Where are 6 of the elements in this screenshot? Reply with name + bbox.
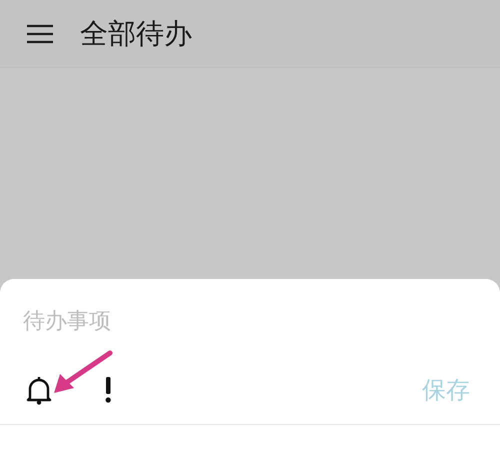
page-title: 全部待办 [80, 16, 192, 52]
bell-icon[interactable] [26, 375, 52, 405]
todo-input-field[interactable]: 待办事项 [23, 309, 323, 334]
annotation-arrow [52, 350, 114, 396]
exclamation-icon[interactable] [104, 377, 112, 403]
menu-icon[interactable] [27, 24, 53, 44]
